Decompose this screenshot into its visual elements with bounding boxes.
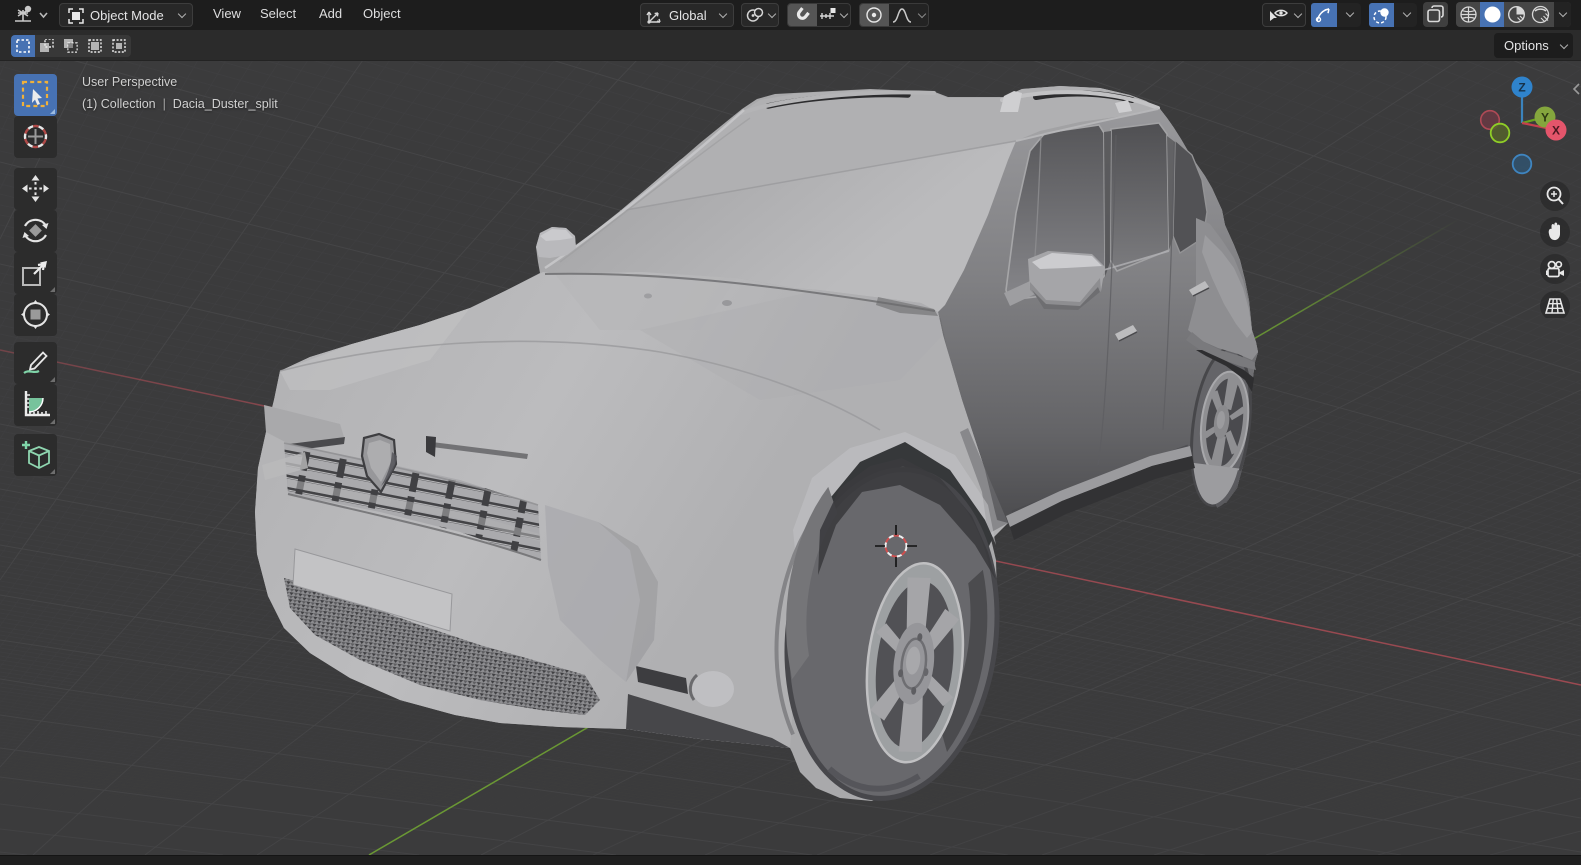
svg-text:Z: Z	[1518, 81, 1525, 95]
svg-text:Y: Y	[1541, 111, 1549, 125]
svg-text:X: X	[1552, 124, 1560, 138]
